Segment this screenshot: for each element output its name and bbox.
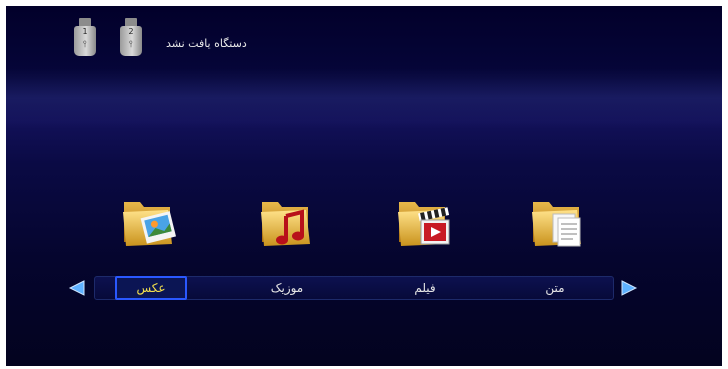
triangle-left-icon[interactable]: [68, 280, 86, 296]
tab-movie[interactable]: فیلم: [385, 277, 465, 299]
text-folder-icon[interactable]: [529, 192, 587, 248]
tab-photo[interactable]: عکس: [115, 276, 187, 300]
usb-symbol-icon: ⫯: [83, 40, 87, 50]
usb-drive-1[interactable]: 1 ⫯: [74, 18, 96, 56]
device-status-text: دستگاه یافت نشد: [166, 37, 247, 50]
tab-music[interactable]: موزیک: [247, 277, 327, 299]
media-player-screen: 1 ⫯ 2 ⫯ دستگاه یافت نشد عکس موزیک فیلم م…: [6, 6, 722, 366]
category-tab-bar: عکس موزیک فیلم متن: [94, 276, 614, 300]
usb-symbol-icon: ⫯: [129, 40, 133, 50]
usb-number: 2: [128, 27, 134, 36]
usb-number: 1: [82, 27, 88, 36]
music-folder-icon[interactable]: [258, 192, 316, 248]
header: 1 ⫯ 2 ⫯ دستگاه یافت نشد: [6, 6, 722, 72]
triangle-right-icon[interactable]: [620, 280, 638, 296]
tab-text[interactable]: متن: [515, 277, 595, 299]
usb-drive-2[interactable]: 2 ⫯: [120, 18, 142, 56]
photo-folder-icon[interactable]: [120, 192, 178, 248]
movie-folder-icon[interactable]: [395, 192, 453, 248]
